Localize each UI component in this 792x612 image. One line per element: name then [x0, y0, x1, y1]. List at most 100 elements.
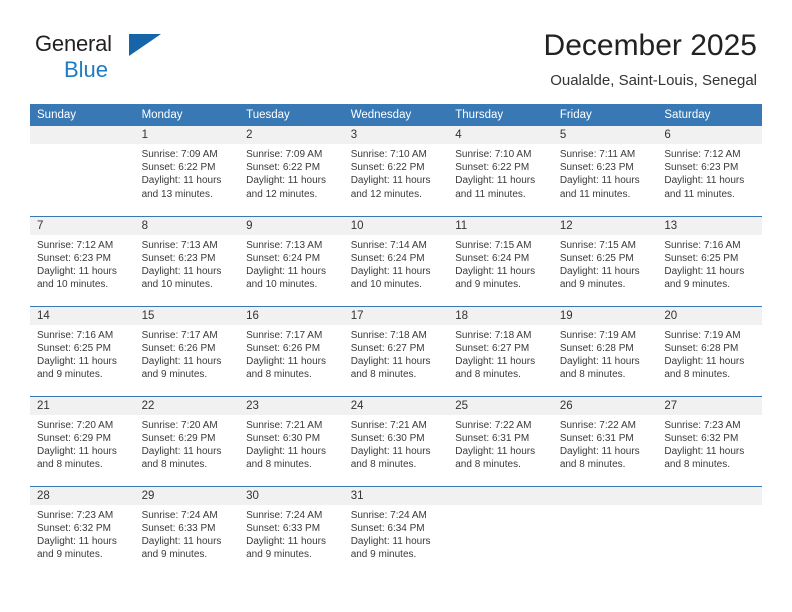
sunrise-time: Sunrise: 7:09 AM	[141, 149, 218, 160]
day-sun-info: Sunrise: 7:19 AM Sunset: 6:28 PM Daylight:…	[553, 325, 658, 382]
sunset-time: Sunset: 6:28 PM	[559, 342, 634, 354]
daylight-duration-line1: Daylight: 11 hours	[246, 265, 326, 277]
title-block: December 2025 Oualalde, Saint-Louis, Sen…	[237, 28, 757, 92]
page-header: General Blue December 2025 Oualalde, Sai…	[0, 0, 792, 100]
calendar-day-cell[interactable]: 3 Sunrise: 7:10 AM Sunset: 6:22 PM Daylight…	[343, 126, 449, 216]
daylight-duration-line1: Daylight: 11 hours	[37, 535, 117, 547]
calendar-day-cell[interactable]: 2 Sunrise: 7:09 AM Sunset: 6:22 PM Daylight…	[239, 126, 344, 216]
daylight-duration-line2: and 9 minutes.	[141, 549, 208, 561]
daylight-duration-line1: Daylight: 11 hours	[141, 535, 222, 547]
calendar-day-cell[interactable]: 26 Sunrise: 7:22 AM Sunset: 6:31 PM Dayligh…	[552, 395, 658, 486]
daylight-duration-line1: Daylight: 11 hours	[455, 355, 536, 367]
sunset-time: Sunset: 6:24 PM	[350, 252, 425, 264]
daylight-duration-line1: Daylight: 11 hours	[350, 535, 431, 547]
sunrise-time: Sunrise: 7:12 AM	[664, 149, 741, 160]
calendar-day-cell[interactable]: 5 Sunrise: 7:11 AM Sunset: 6:23 PM Daylight…	[552, 126, 658, 216]
calendar-day-cell[interactable]: 31 Sunrise: 7:24 AM Sunset: 6:34 PM Dayligh…	[343, 485, 449, 576]
day-sun-info: Sunrise: 7:22 AM Sunset: 6:31 PM Daylight:…	[448, 415, 553, 472]
day-number: 2	[239, 126, 344, 144]
day-sun-info: Sunrise: 7:16 AM Sunset: 6:25 PM Daylight:…	[30, 325, 135, 382]
calendar-day-cell[interactable]: 23 Sunrise: 7:21 AM Sunset: 6:30 PM Dayligh…	[239, 395, 344, 486]
daylight-duration-line2: and 11 minutes.	[559, 188, 631, 200]
day-sun-info: Sunrise: 7:13 AM Sunset: 6:24 PM Daylight:…	[239, 235, 344, 292]
daylight-duration-line1: Daylight: 11 hours	[37, 355, 117, 367]
day-number: 6	[657, 126, 762, 144]
sunrise-time: Sunrise: 7:10 AM	[455, 149, 532, 160]
calendar-day-cell[interactable]: 27 Sunrise: 7:23 AM Sunset: 6:32 PM Dayligh…	[657, 395, 762, 486]
calendar-day-cell[interactable]: 11 Sunrise: 7:15 AM Sunset: 6:24 PM Dayligh…	[448, 215, 553, 306]
page-title: December 2025	[543, 29, 757, 62]
calendar-day-cell[interactable]: 1 Sunrise: 7:09 AM Sunset: 6:22 PM Daylight…	[134, 126, 240, 216]
calendar-day-cell[interactable]: 20 Sunrise: 7:19 AM Sunset: 6:28 PM Dayligh…	[657, 305, 762, 396]
daylight-duration-line2: and 10 minutes.	[37, 279, 109, 291]
daylight-duration-line1: Daylight: 11 hours	[350, 175, 431, 187]
calendar-body: 1 Sunrise: 7:09 AM Sunset: 6:22 PM Daylight…	[30, 126, 762, 576]
calendar-day-cell[interactable]: 7 Sunrise: 7:12 AM Sunset: 6:23 PM Daylight…	[30, 215, 135, 306]
day-number: 7	[30, 216, 135, 235]
calendar-day-cell[interactable]: 14 Sunrise: 7:16 AM Sunset: 6:25 PM Dayligh…	[30, 305, 135, 396]
daylight-duration-line2: and 9 minutes.	[350, 549, 417, 561]
calendar-day-cell[interactable]: 24 Sunrise: 7:21 AM Sunset: 6:30 PM Dayligh…	[343, 395, 449, 486]
calendar-day-cell[interactable]: 12 Sunrise: 7:15 AM Sunset: 6:25 PM Dayligh…	[552, 215, 658, 306]
daylight-duration-line1: Daylight: 11 hours	[37, 445, 117, 457]
daylight-duration-line2: and 13 minutes.	[141, 188, 213, 200]
daylight-duration-line1: Daylight: 11 hours	[559, 265, 640, 277]
sunrise-time: Sunrise: 7:18 AM	[350, 329, 427, 341]
calendar-day-cell[interactable]: 25 Sunrise: 7:22 AM Sunset: 6:31 PM Dayligh…	[448, 395, 553, 486]
calendar-day-cell[interactable]: 21 Sunrise: 7:20 AM Sunset: 6:29 PM Dayligh…	[30, 395, 135, 486]
calendar-day-cell[interactable]: 6 Sunrise: 7:12 AM Sunset: 6:23 PM Daylight…	[657, 126, 762, 216]
sunrise-time: Sunrise: 7:17 AM	[141, 329, 218, 341]
day-number: 3	[343, 126, 449, 144]
daylight-duration-line2: and 12 minutes.	[246, 188, 318, 200]
day-number: 21	[30, 396, 135, 415]
calendar-day-cell[interactable]: 15 Sunrise: 7:17 AM Sunset: 6:26 PM Dayligh…	[134, 305, 240, 396]
calendar-day-cell[interactable]: 30 Sunrise: 7:24 AM Sunset: 6:33 PM Dayligh…	[239, 485, 344, 576]
logo-text-blue: Blue	[64, 57, 109, 82]
daylight-duration-line2: and 8 minutes.	[141, 459, 208, 471]
day-number	[657, 486, 762, 505]
calendar-day-cell[interactable]: 10 Sunrise: 7:14 AM Sunset: 6:24 PM Dayligh…	[343, 215, 449, 306]
day-number: 12	[552, 216, 658, 235]
daylight-duration-line2: and 9 minutes.	[37, 549, 103, 561]
sunrise-time: Sunrise: 7:19 AM	[664, 329, 741, 341]
daylight-duration-line1: Daylight: 11 hours	[664, 175, 745, 187]
sunrise-time: Sunrise: 7:15 AM	[559, 239, 636, 251]
sunrise-time: Sunrise: 7:19 AM	[559, 329, 636, 341]
calendar-day-cell[interactable]: 9 Sunrise: 7:13 AM Sunset: 6:24 PM Daylight…	[239, 215, 344, 306]
calendar-day-cell[interactable]: 13 Sunrise: 7:16 AM Sunset: 6:25 PM Dayligh…	[657, 215, 762, 306]
sunset-time: Sunset: 6:24 PM	[246, 252, 321, 264]
calendar-cell-empty	[552, 485, 658, 576]
sunset-time: Sunset: 6:31 PM	[559, 432, 634, 444]
daylight-duration-line1: Daylight: 11 hours	[559, 175, 640, 187]
sunrise-time: Sunrise: 7:09 AM	[246, 149, 323, 160]
sunset-time: Sunset: 6:33 PM	[246, 522, 321, 534]
location-subtitle: Oualalde, Saint-Louis, Senegal	[550, 72, 757, 89]
day-sun-info: Sunrise: 7:17 AM Sunset: 6:26 PM Daylight:…	[135, 325, 240, 382]
calendar-cell-empty	[448, 485, 553, 576]
day-number: 8	[134, 216, 240, 235]
calendar-day-cell[interactable]: 17 Sunrise: 7:18 AM Sunset: 6:27 PM Dayligh…	[343, 305, 449, 396]
day-sun-info: Sunrise: 7:15 AM Sunset: 6:25 PM Daylight:…	[553, 235, 658, 292]
daylight-duration-line2: and 8 minutes.	[455, 459, 521, 471]
daylight-duration-line1: Daylight: 11 hours	[559, 355, 640, 367]
calendar-day-cell[interactable]: 28 Sunrise: 7:23 AM Sunset: 6:32 PM Dayligh…	[30, 485, 135, 576]
daylight-duration-line1: Daylight: 11 hours	[350, 445, 431, 457]
daylight-duration-line2: and 8 minutes.	[37, 459, 103, 471]
calendar-day-cell[interactable]: 22 Sunrise: 7:20 AM Sunset: 6:29 PM Dayligh…	[134, 395, 240, 486]
sunset-time: Sunset: 6:23 PM	[559, 162, 634, 174]
calendar-week-row: 14 Sunrise: 7:16 AM Sunset: 6:25 PM Dayligh…	[30, 305, 762, 396]
calendar-day-cell[interactable]: 18 Sunrise: 7:18 AM Sunset: 6:27 PM Dayligh…	[448, 305, 553, 396]
calendar-day-cell[interactable]: 16 Sunrise: 7:17 AM Sunset: 6:26 PM Dayligh…	[239, 305, 344, 396]
day-number: 24	[343, 396, 449, 415]
daylight-duration-line2: and 10 minutes.	[141, 279, 213, 291]
calendar-day-cell[interactable]: 8 Sunrise: 7:13 AM Sunset: 6:23 PM Daylight…	[134, 215, 240, 306]
day-sun-info: Sunrise: 7:09 AM Sunset: 6:22 PM Daylight:…	[135, 144, 240, 201]
calendar-day-cell[interactable]: 19 Sunrise: 7:19 AM Sunset: 6:28 PM Dayligh…	[552, 305, 658, 396]
day-number	[448, 486, 553, 505]
calendar-day-cell[interactable]: 4 Sunrise: 7:10 AM Sunset: 6:22 PM Daylight…	[448, 126, 553, 216]
daylight-duration-line1: Daylight: 11 hours	[246, 535, 326, 547]
daylight-duration-line2: and 8 minutes.	[559, 369, 626, 381]
calendar-day-cell[interactable]: 29 Sunrise: 7:24 AM Sunset: 6:33 PM Dayligh…	[134, 485, 240, 576]
day-number: 16	[239, 306, 344, 325]
sunset-time: Sunset: 6:33 PM	[141, 522, 216, 534]
